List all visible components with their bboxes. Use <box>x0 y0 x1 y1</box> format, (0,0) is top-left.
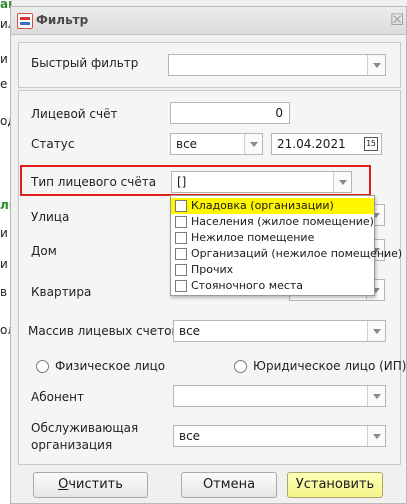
org-label-line1: Обслуживающая <box>31 421 139 435</box>
background-text: и <box>0 257 8 271</box>
account-input[interactable]: 0 <box>170 102 290 124</box>
checkbox[interactable] <box>175 248 187 260</box>
account-label: Лицевой счёт <box>31 107 118 121</box>
clear-button[interactable]: Очистить <box>33 472 148 498</box>
apartment-label: Квартира <box>31 285 92 299</box>
physical-person-label: Физическое лицо <box>55 359 166 373</box>
account-type-options-list: Кладовка (организации) Населения (жилое … <box>170 195 402 296</box>
street-label: Улица <box>31 210 70 224</box>
org-value: все <box>179 429 201 443</box>
window-title: Фильтр <box>36 13 89 27</box>
checkbox[interactable] <box>175 232 187 244</box>
accounts-array-value: все <box>179 324 201 338</box>
option-label: Прочих <box>191 263 234 276</box>
option-label: Кладовка (организации) <box>191 199 334 212</box>
account-type-label: Тип лицевого счёта <box>31 175 157 189</box>
org-label-line2: организация <box>31 438 113 452</box>
quick-filter-panel: Быстрый фильтр <box>18 42 401 88</box>
background-text: и <box>0 52 8 66</box>
option-label: Населения (жилое помещение) <box>191 215 374 228</box>
list-item[interactable]: Нежилое помещение <box>171 230 374 246</box>
subscriber-label: Абонент <box>31 390 85 404</box>
org-select[interactable]: все <box>173 425 386 447</box>
close-icon[interactable]: ☒ <box>390 12 404 28</box>
accounts-array-label: Массив лицевых счетов <box>28 324 179 338</box>
clear-button-label: чистить <box>68 477 123 492</box>
checkbox[interactable] <box>175 280 187 292</box>
checkbox[interactable] <box>175 216 187 228</box>
background-text: е <box>0 77 8 91</box>
checkbox[interactable] <box>175 264 187 276</box>
date-value: 21.04.2021 <box>277 137 346 151</box>
filter-panel: Лицевой счёт 0 Статус все 21.04.2021 15 … <box>18 90 406 465</box>
quick-filter-select[interactable] <box>168 54 386 76</box>
house-label: Дом <box>31 244 57 258</box>
option-label: Организаций (нежилое помещение) <box>191 247 403 260</box>
calendar-icon[interactable]: 15 <box>364 137 378 151</box>
list-item[interactable]: Стояночного места <box>171 278 374 294</box>
cancel-button[interactable]: Отмена <box>181 472 277 498</box>
chevron-down-icon[interactable] <box>367 55 385 75</box>
cancel-button-label: Отмена <box>202 477 256 492</box>
app-icon <box>17 13 33 29</box>
account-type-select[interactable]: [] <box>171 171 352 193</box>
option-label: Стояночного места <box>191 279 304 292</box>
option-label: Нежилое помещение <box>191 231 315 244</box>
apply-button[interactable]: Установить <box>287 472 383 498</box>
date-input[interactable]: 21.04.2021 15 <box>271 133 382 155</box>
filter-window: Фильтр ☒ Быстрый фильтр Лицевой счёт 0 С… <box>10 6 407 504</box>
background-text: в <box>0 285 8 299</box>
checkbox[interactable] <box>175 200 187 212</box>
title-bar[interactable]: Фильтр ☒ <box>11 7 406 35</box>
chevron-down-icon[interactable] <box>367 321 385 341</box>
physical-person-radio[interactable] <box>36 360 49 373</box>
status-value: все <box>176 137 198 151</box>
list-item[interactable]: Населения (жилое помещение) <box>171 214 374 230</box>
apply-button-label: Установить <box>295 477 375 492</box>
status-select[interactable]: все <box>170 133 263 155</box>
subscriber-select[interactable] <box>173 385 386 407</box>
chevron-down-icon[interactable] <box>367 386 385 406</box>
background-text: и <box>0 226 8 240</box>
quick-filter-label: Быстрый фильтр <box>31 56 139 70</box>
chevron-down-icon[interactable] <box>333 172 351 192</box>
chevron-down-icon[interactable] <box>244 134 262 154</box>
list-item[interactable]: Организаций (нежилое помещение) <box>171 246 402 262</box>
account-type-value: [] <box>177 175 187 189</box>
accounts-array-select[interactable]: все <box>173 320 386 342</box>
list-item[interactable]: Прочих <box>171 262 374 278</box>
list-item[interactable]: Кладовка (организации) <box>171 198 374 214</box>
status-label: Статус <box>31 137 75 151</box>
account-value: 0 <box>275 106 283 120</box>
chevron-down-icon[interactable] <box>367 426 385 446</box>
legal-person-radio[interactable] <box>234 360 247 373</box>
legal-person-label: Юридическое лицо (ИП) <box>253 359 407 373</box>
clear-button-mnemonic: О <box>58 477 69 492</box>
